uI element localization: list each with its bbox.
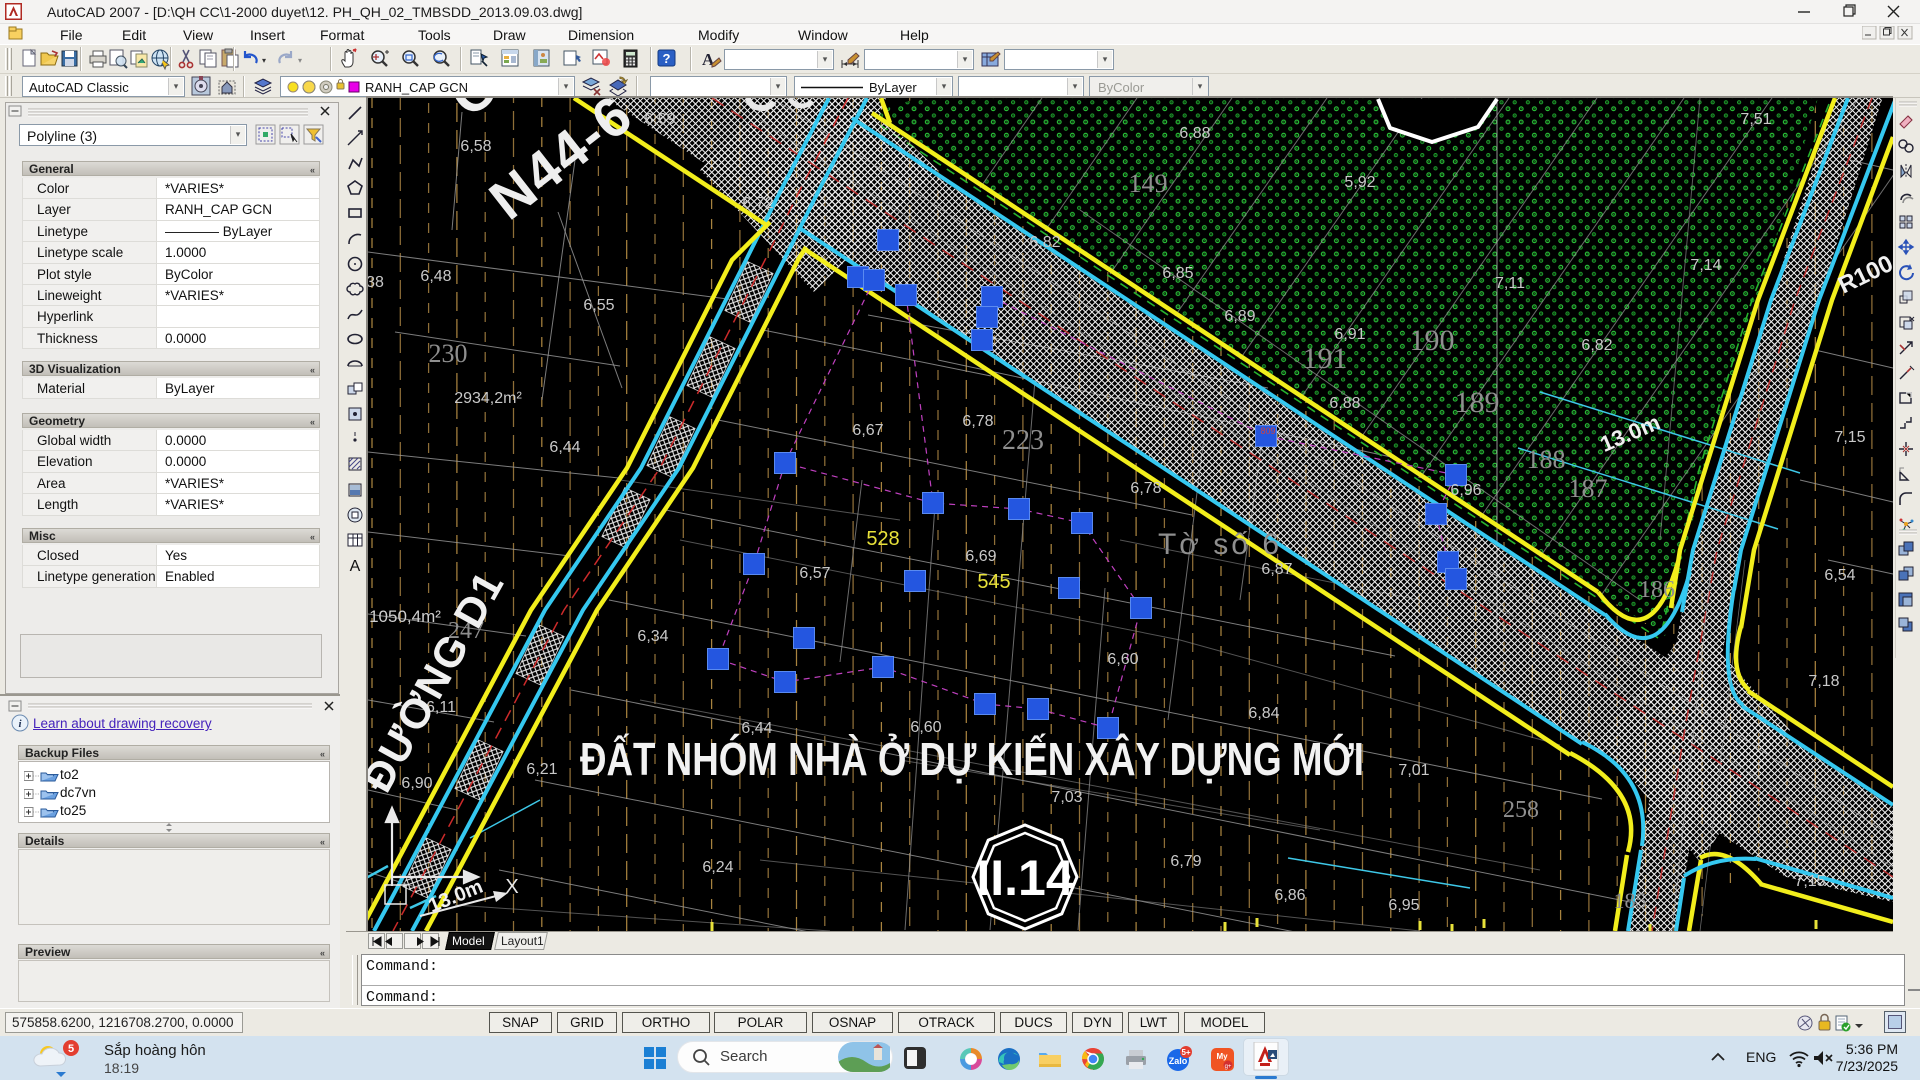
svg-text:528: 528 [866, 528, 899, 550]
svg-text:7,14: 7,14 [1690, 257, 1721, 274]
svg-text:6,69: 6,69 [644, 111, 675, 128]
svg-text:X: X [505, 876, 518, 898]
svg-text:ĐẤT NHÓM NHÀ Ở DỰ KIẾN XÂY DỰN: ĐẤT NHÓM NHÀ Ở DỰ KIẾN XÂY DỰNG MỚI [580, 733, 1364, 785]
svg-text:6,87: 6,87 [1261, 561, 1292, 578]
svg-text:223: 223 [1002, 425, 1044, 456]
svg-text:6,85: 6,85 [1162, 265, 1193, 282]
svg-text:6,58: 6,58 [460, 138, 491, 155]
svg-text:II.14: II.14 [976, 850, 1073, 906]
svg-text:7,11: 7,11 [1495, 275, 1525, 292]
svg-text:6,86: 6,86 [1274, 887, 1305, 904]
svg-text:545: 545 [977, 571, 1010, 593]
svg-text:7,18: 7,18 [1808, 673, 1839, 690]
svg-text:1050,4m²: 1050,4m² [369, 607, 441, 626]
svg-text:6,44: 6,44 [549, 439, 580, 456]
svg-text:7,03: 7,03 [1051, 789, 1082, 806]
svg-text:6,79: 6,79 [1170, 853, 1201, 870]
svg-text:189: 189 [1455, 386, 1500, 419]
svg-text:6,96: 6,96 [1450, 482, 1481, 499]
svg-text:6,88: 6,88 [1329, 395, 1360, 412]
svg-text:6,21: 6,21 [526, 761, 557, 778]
svg-text:6,69: 6,69 [965, 548, 996, 565]
svg-text:38: 38 [368, 274, 384, 291]
svg-text:258: 258 [1503, 797, 1539, 823]
svg-text:6,82: 6,82 [1029, 234, 1060, 251]
svg-text:?: ? [663, 51, 671, 66]
svg-text:6,55: 6,55 [583, 297, 614, 314]
svg-text:7,01: 7,01 [1398, 762, 1429, 779]
svg-text:230: 230 [429, 339, 468, 368]
svg-text:6,89: 6,89 [1224, 308, 1255, 325]
svg-text:185: 185 [1614, 888, 1647, 913]
svg-text:My: My [1216, 1052, 1228, 1061]
svg-text:6,72: 6,72 [742, 195, 773, 212]
svg-text:A: A [350, 558, 361, 574]
svg-text:6,88: 6,88 [1179, 125, 1210, 142]
svg-text:186: 186 [1639, 577, 1675, 603]
svg-text:7,15: 7,15 [1834, 429, 1865, 446]
svg-text:6,78: 6,78 [962, 413, 993, 430]
svg-text:6,84: 6,84 [1248, 705, 1279, 722]
svg-text:6,95: 6,95 [1388, 897, 1419, 914]
svg-text:6,82: 6,82 [1581, 337, 1612, 354]
svg-text:5+: 5+ [1181, 1048, 1190, 1057]
svg-text:7,51: 7,51 [1740, 111, 1771, 128]
svg-text:809: 809 [1260, 426, 1275, 436]
svg-text:6,34: 6,34 [637, 628, 668, 645]
svg-text:7,15: 7,15 [1794, 873, 1825, 890]
svg-text:6,24: 6,24 [702, 859, 733, 876]
svg-text:Tờ số 6: Tờ số 6 [1158, 528, 1282, 561]
svg-text:6,91: 6,91 [1334, 326, 1365, 343]
svg-text:188: 188 [1527, 445, 1566, 474]
svg-text:6,57: 6,57 [799, 565, 830, 582]
svg-text:5: 5 [68, 1043, 74, 1055]
svg-text:191: 191 [1303, 342, 1348, 375]
svg-text:6,60: 6,60 [1107, 651, 1138, 668]
svg-text:6,54: 6,54 [1824, 567, 1855, 584]
svg-text:2934,2m²: 2934,2m² [454, 390, 522, 407]
svg-text:149: 149 [1129, 169, 1168, 198]
svg-text:5,92: 5,92 [1344, 174, 1375, 191]
svg-text:6,67: 6,67 [852, 422, 883, 439]
svg-text:6,78: 6,78 [1130, 480, 1161, 497]
svg-text:190: 190 [1410, 324, 1455, 357]
svg-text:6,48: 6,48 [420, 268, 451, 285]
svg-text:g+: g+ [1225, 1064, 1232, 1070]
svg-text:187: 187 [1569, 474, 1608, 503]
